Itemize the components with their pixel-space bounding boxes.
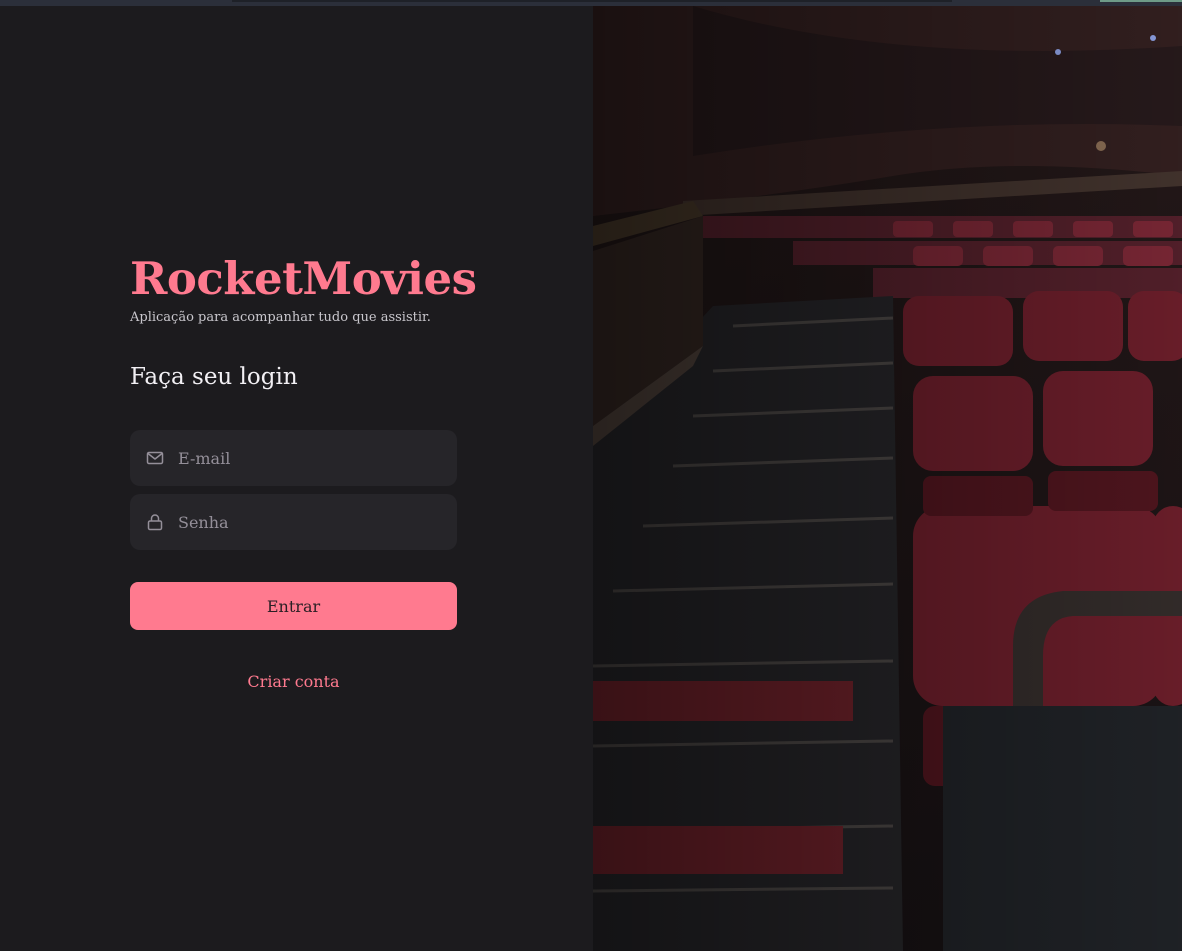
browser-indicator [1100,0,1182,2]
lock-icon [146,513,164,531]
login-panel: RocketMovies Aplicação para acompanhar t… [0,6,593,951]
email-field[interactable] [130,430,457,486]
create-account-link[interactable]: Criar conta [130,672,457,691]
mail-icon [146,449,164,467]
brand-title: RocketMovies [130,252,477,305]
address-bar-edge [232,0,952,2]
password-input[interactable] [176,494,457,550]
login-heading: Faça seu login [130,364,298,390]
cinema-illustration [593,6,1182,951]
email-input[interactable] [176,430,457,486]
login-button[interactable]: Entrar [130,582,457,630]
cinema-background-image [593,6,1182,951]
password-field[interactable] [130,494,457,550]
brand-tagline: Aplicação para acompanhar tudo que assis… [130,310,431,325]
